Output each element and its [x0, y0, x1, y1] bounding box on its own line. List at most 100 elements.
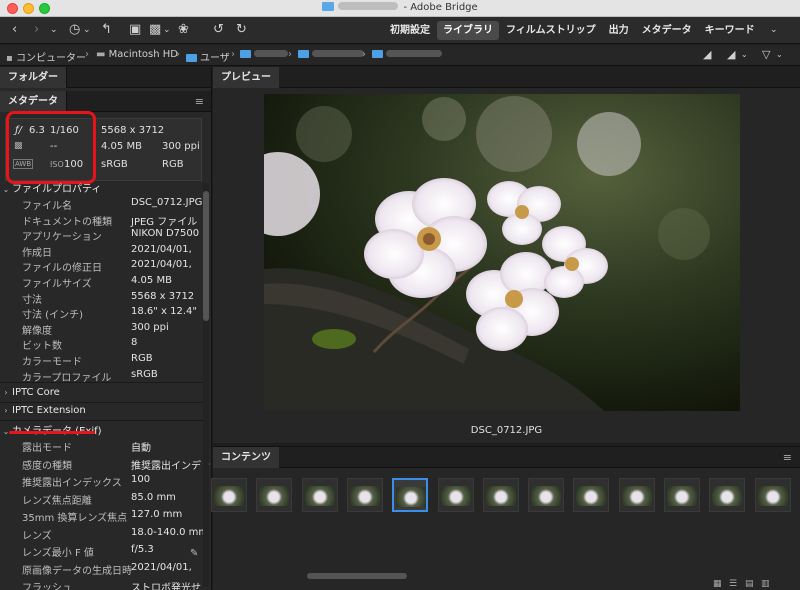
highlight-annotation-box — [6, 111, 96, 184]
chevron-down-icon[interactable]: ⌄ — [83, 23, 91, 37]
workspace-tab-keywords[interactable]: キーワード — [699, 21, 761, 40]
file-property-label: カラーモード — [22, 357, 82, 368]
breadcrumb-separator-icon: › — [288, 49, 292, 60]
rotate-right-icon[interactable]: ↻ — [236, 23, 247, 37]
sort-icon[interactable]: ◢ — [727, 48, 735, 62]
preview-panel: プレビュー DSC_0712.JPG — [213, 67, 800, 443]
redacted-folder-name — [338, 2, 399, 10]
breadcrumb-separator-icon: › — [85, 49, 89, 60]
thumbnail[interactable] — [754, 478, 791, 512]
thumbnail[interactable] — [664, 478, 700, 512]
resolution-value: 300 ppi — [162, 141, 200, 152]
forward-icon[interactable]: › — [34, 23, 39, 37]
breadcrumb-separator-icon: › — [231, 49, 235, 60]
workspace-tab-output[interactable]: 出力 — [603, 21, 635, 40]
breadcrumb-current-folder[interactable] — [372, 49, 442, 60]
thumbnail[interactable] — [618, 478, 655, 512]
file-property-value: 2021/04/01, — [131, 243, 192, 255]
thumbnail[interactable] — [346, 478, 383, 512]
redacted-folder-name — [386, 50, 442, 57]
thumbnail[interactable] — [482, 478, 519, 512]
breadcrumb-user-folder[interactable] — [240, 49, 288, 60]
file-property-label: ドキュメントの種類 — [22, 216, 112, 228]
preview-image[interactable] — [264, 94, 740, 411]
tab-content[interactable]: コンテンツ — [213, 447, 279, 468]
breadcrumb-users[interactable]: ユーザ — [186, 49, 230, 64]
rotate-left-icon[interactable]: ↺ — [213, 23, 224, 37]
return-to-photoshop-icon[interactable]: ↰ — [101, 23, 112, 37]
workspace-tab-essentials[interactable]: 初期設定 — [384, 21, 436, 40]
breadcrumb-downloads[interactable] — [298, 49, 364, 60]
back-icon[interactable]: ‹ — [12, 23, 17, 37]
camera-import-icon[interactable]: ▣ — [129, 23, 141, 37]
folder-icon — [372, 50, 383, 58]
metadata-scrollbar[interactable] — [203, 183, 209, 587]
tab-folders[interactable]: フォルダー — [0, 67, 67, 88]
thumbnail[interactable] — [211, 478, 247, 512]
workspace-menu-chevron-icon[interactable]: ⌄ — [770, 23, 778, 37]
thumbnail-image — [667, 486, 697, 506]
breadcrumb-computer[interactable]: ▪ コンピューター — [6, 49, 86, 64]
camera-data-value: 85.0 mm — [131, 491, 176, 503]
thumbnail[interactable] — [709, 478, 746, 512]
file-property-label: ビット数 — [22, 341, 62, 353]
folder-icon — [240, 50, 251, 58]
thumbnail[interactable] — [573, 478, 610, 512]
file-property-value: 18.6" x 12.4" — [131, 306, 198, 318]
details-view-icon[interactable]: ▤ — [745, 579, 754, 589]
chevron-down-icon[interactable]: ⌄ — [776, 48, 783, 62]
grid-view-icon[interactable]: ▦ — [713, 579, 722, 589]
chevron-down-icon[interactable]: ⌄ — [741, 48, 748, 62]
highlight-underline — [9, 431, 95, 434]
section-iptc-core[interactable]: › IPTC Core — [0, 387, 200, 403]
thumbnail-image — [214, 486, 244, 506]
thumbnail[interactable] — [437, 478, 474, 512]
file-property-label: ファイル名 — [22, 201, 72, 212]
edit-pencil-icon[interactable]: ✎ — [190, 548, 198, 559]
color-mode-value: RGB — [162, 159, 184, 170]
divider — [0, 382, 205, 383]
file-property-label: ファイルサイズ — [22, 279, 92, 290]
section-file-properties[interactable]: ⌄ ファイルプロパティ — [0, 180, 200, 196]
disk-icon: ▬ — [96, 49, 106, 60]
workspace-tab-metadata[interactable]: メタデータ — [636, 21, 698, 40]
camera-data-label: レンズ — [22, 530, 52, 542]
recent-history-icon[interactable]: ◷ — [69, 23, 80, 37]
thumbnail[interactable] — [256, 478, 293, 512]
camera-data-value: f/5.3 — [131, 544, 154, 555]
detail-grid-icon[interactable]: ▥ — [761, 579, 770, 589]
panel-menu-icon[interactable]: ≡ — [783, 451, 792, 464]
panel-menu-icon[interactable]: ≡ — [195, 95, 204, 108]
file-property-value: sRGB — [131, 368, 158, 380]
filter-icon[interactable]: ▽ — [762, 48, 770, 62]
content-scrollbar[interactable] — [307, 573, 407, 579]
chevron-right-icon: › — [4, 388, 8, 397]
file-size-value: 4.05 MB — [101, 141, 142, 152]
workspace-tab-library[interactable]: ライブラリ — [437, 21, 499, 40]
chevron-down-icon: ⌄ — [2, 185, 10, 194]
application-toolbar: ‹ › ⌄ ◷ ⌄ ↰ ▣ ▩ ⌄ ❀ ↺ ↻ 初期設定 ライブラリ フィルムス… — [0, 17, 800, 44]
tab-preview[interactable]: プレビュー — [213, 67, 279, 88]
workspace-switcher: 初期設定 ライブラリ フィルムストリップ 出力 メタデータ キーワード — [384, 21, 762, 40]
section-camera-data[interactable]: ⌄カメラデータ (Exif) — [0, 422, 200, 438]
thumbnail-image — [440, 486, 471, 506]
chevron-down-icon[interactable]: ⌄ — [163, 23, 171, 37]
thumbnail[interactable] — [301, 478, 338, 512]
quality-options-icon[interactable]: ◢ — [703, 48, 711, 62]
scrollbar-thumb[interactable] — [203, 191, 209, 321]
breadcrumb-disk[interactable]: ▬ Macintosh HD — [96, 49, 178, 60]
dimensions-value: 5568 x 3712 — [101, 125, 165, 136]
refine-icon[interactable]: ▩ — [149, 23, 161, 37]
chevron-down-icon[interactable]: ⌄ — [50, 23, 58, 37]
thumbnail[interactable] — [528, 478, 565, 512]
thumbnail-image — [349, 486, 380, 506]
list-view-icon[interactable]: ☰ — [729, 579, 737, 589]
tab-metadata[interactable]: メタデータ — [0, 91, 67, 112]
workspace-tab-filmstrip[interactable]: フィルムストリップ — [500, 21, 602, 40]
section-iptc-extension[interactable]: › IPTC Extension — [0, 405, 200, 421]
thumbnail[interactable] — [392, 478, 429, 512]
open-in-camera-raw-icon[interactable]: ❀ — [178, 23, 189, 37]
window-title: - Adobe Bridge — [0, 2, 800, 13]
computer-icon: ▪ — [6, 53, 13, 64]
content-panel: コンテンツ ≡ ▦ ☰ ▤ ▥ — [211, 446, 800, 590]
